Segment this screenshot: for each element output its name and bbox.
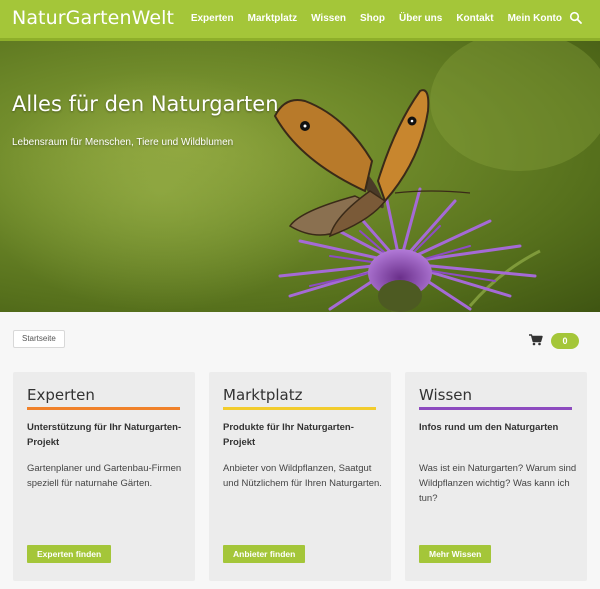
nav-item-mein-konto[interactable]: Mein Konto (508, 13, 562, 24)
nav-item-wissen[interactable]: Wissen (311, 13, 346, 24)
card-description: Was ist ein Naturgarten? Warum sind Wild… (419, 463, 577, 504)
search-icon[interactable] (569, 11, 583, 25)
card-title: Marktplatz (223, 386, 303, 404)
card-description: Anbieter von Wildpflanzen, Saatgut und N… (223, 463, 382, 489)
card-accent-line (419, 407, 572, 410)
main-content: Startseite 0 Experten Unterstützung für … (0, 312, 600, 589)
cart-count-badge[interactable]: 0 (551, 333, 579, 349)
card-subtitle: Unterstützung für Ihr Naturgarten-Projek… (27, 422, 182, 448)
nav-item-kontakt[interactable]: Kontakt (456, 13, 493, 24)
card-description: Gartenplaner und Gartenbau-Firmen spezie… (27, 463, 182, 489)
hero-title: Alles für den Naturgarten (12, 92, 279, 116)
card-title: Experten (27, 386, 95, 404)
nav-item-shop[interactable]: Shop (360, 13, 385, 24)
nav-item-ueber-uns[interactable]: Über uns (399, 13, 442, 24)
main-nav: Experten Marktplatz Wissen Shop Über uns… (177, 13, 562, 24)
card-subtitle: Infos rund um den Naturgarten (419, 422, 559, 433)
card-experten: Experten Unterstützung für Ihr Naturgart… (13, 372, 195, 581)
card-accent-line (27, 407, 180, 410)
site-logo[interactable]: NaturGartenWelt (12, 7, 174, 29)
shopping-cart-icon[interactable] (529, 334, 543, 346)
card-marktplatz: Marktplatz Produkte für Ihr Naturgarten-… (209, 372, 391, 581)
hero-subtitle: Lebensraum für Menschen, Tiere und Wildb… (12, 137, 234, 148)
card-subtitle: Produkte für Ihr Naturgarten-Projekt (223, 422, 354, 448)
hero-banner: Alles für den Naturgarten Lebensraum für… (0, 41, 600, 312)
site-header: NaturGartenWelt Experten Marktplatz Wiss… (0, 0, 600, 38)
nav-item-experten[interactable]: Experten (191, 13, 234, 24)
mehr-wissen-button[interactable]: Mehr Wissen (419, 545, 492, 563)
card-title: Wissen (419, 386, 473, 404)
breadcrumb-home[interactable]: Startseite (13, 330, 65, 348)
card-accent-line (223, 407, 376, 410)
anbieter-finden-button[interactable]: Anbieter finden (223, 545, 306, 563)
butterfly-on-flower-image (0, 41, 600, 312)
experten-finden-button[interactable]: Experten finden (27, 545, 112, 563)
nav-item-marktplatz[interactable]: Marktplatz (248, 13, 297, 24)
card-wissen: Wissen Infos rund um den Naturgarten Was… (405, 372, 587, 581)
